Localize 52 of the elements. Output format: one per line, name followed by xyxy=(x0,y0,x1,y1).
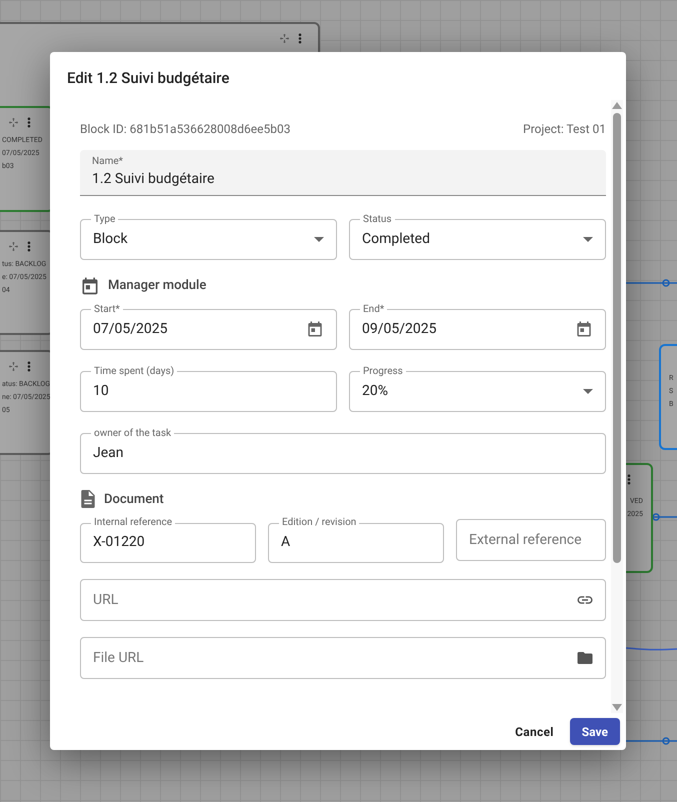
more-icon[interactable] xyxy=(298,32,302,44)
field-label: End* xyxy=(362,304,386,316)
connector-line xyxy=(626,279,677,287)
name-field[interactable]: Name* 1.2 Suivi budgétaire xyxy=(80,150,606,196)
caret-icon[interactable] xyxy=(583,388,593,394)
folder-icon[interactable] xyxy=(576,649,594,667)
calendar-icon[interactable] xyxy=(306,320,324,338)
input-field[interactable]: Time spent (days) 10 xyxy=(80,366,337,412)
move-icon[interactable] xyxy=(279,32,290,44)
select-field[interactable]: Progress 20% xyxy=(349,366,606,412)
input-field[interactable]: Internal reference X-01220 xyxy=(80,517,256,563)
select-field[interactable]: Type Block xyxy=(80,214,337,260)
more-icon[interactable] xyxy=(27,116,31,128)
field-label: Time spent (days) xyxy=(93,366,176,378)
select-field[interactable]: Status Completed xyxy=(349,214,606,260)
field-label: Start* xyxy=(93,304,121,316)
connector-line xyxy=(626,737,677,745)
caret-icon[interactable] xyxy=(314,236,324,242)
more-icon[interactable] xyxy=(27,360,31,372)
cancel-button[interactable]: Cancel xyxy=(507,718,562,745)
section-title: Document xyxy=(104,490,164,508)
more-icon[interactable] xyxy=(627,474,631,484)
save-button[interactable]: Save xyxy=(570,718,620,745)
scroll-up-icon[interactable] xyxy=(612,102,622,108)
input-field[interactable]: External reference xyxy=(456,519,606,561)
field-label: Internal reference xyxy=(93,517,173,529)
input-field[interactable]: owner of the task Jean xyxy=(80,428,606,474)
move-icon[interactable] xyxy=(8,116,19,128)
move-icon[interactable] xyxy=(8,240,19,252)
date-field[interactable]: End* 09/05/2025 xyxy=(349,304,606,350)
document-icon xyxy=(80,490,96,508)
scroll-down-icon[interactable] xyxy=(612,704,622,711)
connector-line xyxy=(652,513,677,521)
project-name: Project: Test 01 xyxy=(523,120,606,138)
input-field[interactable]: Edition / revision A xyxy=(268,517,444,563)
calendar-icon[interactable] xyxy=(80,276,100,296)
dialog-title: Edit 1.2 Suivi budgétaire xyxy=(66,68,230,89)
field-label: owner of the task xyxy=(93,428,172,440)
input-field[interactable]: URL xyxy=(80,579,606,621)
field-label: Status xyxy=(362,214,393,226)
calendar-icon[interactable] xyxy=(575,320,593,338)
caret-icon[interactable] xyxy=(583,236,593,242)
field-label: Edition / revision xyxy=(281,517,358,529)
field-label: Type xyxy=(93,214,116,226)
move-icon[interactable] xyxy=(8,360,19,372)
connector-line xyxy=(626,647,677,650)
section-title: Manager module xyxy=(108,276,206,295)
block-id: Block ID: 681b51a536628008d6ee5b03 xyxy=(80,120,290,138)
input-field[interactable]: File URL xyxy=(80,637,606,679)
more-icon[interactable] xyxy=(27,240,31,252)
field-label: Progress xyxy=(362,366,404,378)
date-field[interactable]: Start* 07/05/2025 xyxy=(80,304,337,350)
